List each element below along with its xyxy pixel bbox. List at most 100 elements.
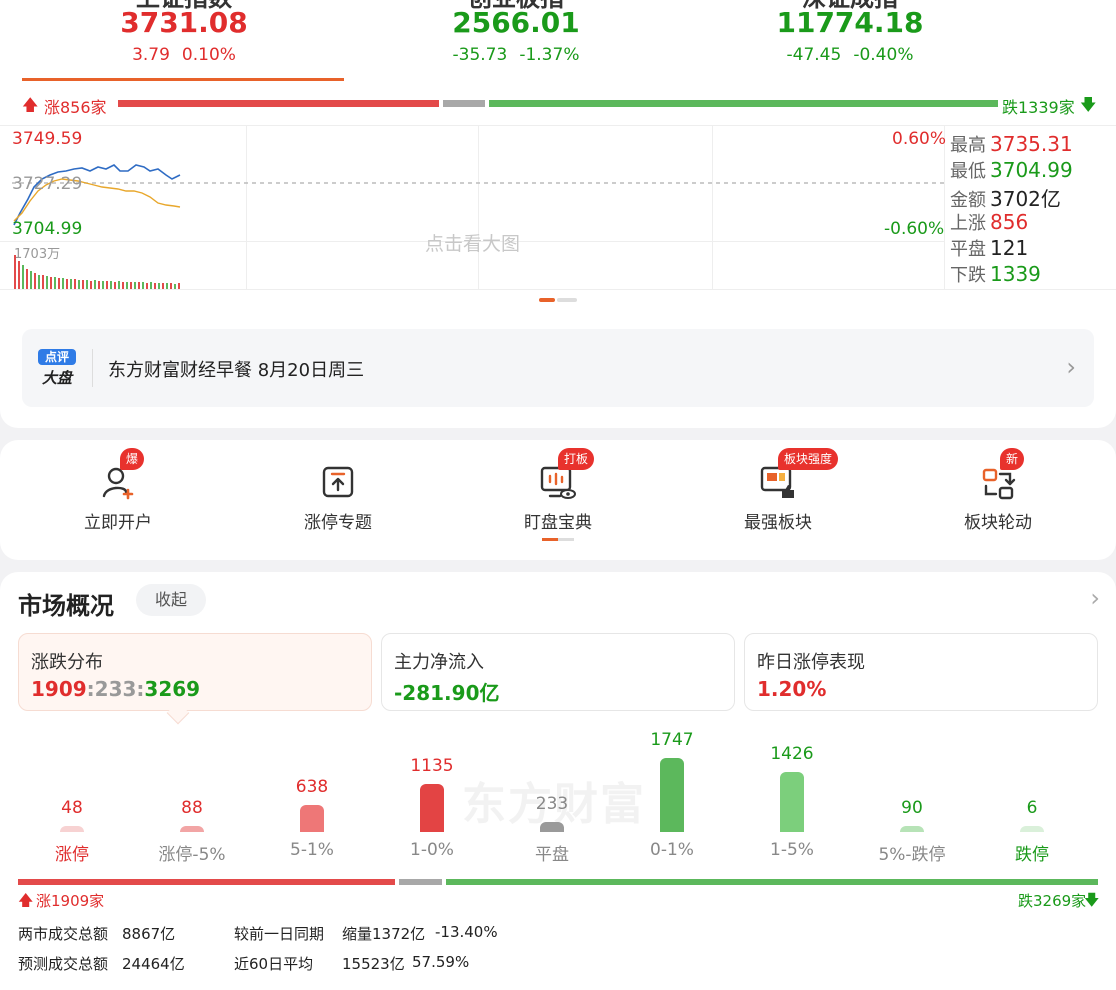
news-banner[interactable]: 点评 大盘 东方财富财经早餐 8月20日周三 ›: [22, 329, 1094, 407]
dist-bar: [300, 804, 324, 832]
up-count-label: 涨856家: [44, 98, 107, 117]
up-segment: [118, 100, 440, 107]
dist-count: 90: [901, 798, 923, 818]
down-arrow-icon: 🡇: [1080, 95, 1097, 114]
dist-label: 5-1%: [290, 840, 334, 860]
card-yesterday-limit-up[interactable]: 昨日涨停表现 1.20%: [744, 633, 1098, 711]
board-hit-badge: 打板: [558, 448, 595, 470]
summary-breadth-bar: 🡅 涨1909家 跌3269家 🡇: [0, 872, 1116, 910]
market-overview-panel: 市场概况 收起 › 涨跌分布 1909:233:3269 主力净流入 -281.…: [0, 572, 1116, 990]
intraday-chart[interactable]: 3749.59 3727.29 3704.99 0.60% -0.60% 170…: [0, 125, 1116, 295]
up-arrow-icon: 🡅: [22, 95, 39, 114]
dist-count: 6: [1026, 798, 1038, 818]
up-arrow-icon: 🡅: [18, 891, 34, 909]
avg-pct: 57.59%: [412, 953, 470, 971]
breadth-bar: 🡅 涨856家 跌1339家 🡇: [0, 92, 1116, 117]
dist-count: 48: [61, 798, 83, 818]
dist-label: 跌停: [1015, 845, 1049, 865]
sum-up-label: 涨1909家: [36, 892, 105, 910]
quick-page-indicator: [542, 538, 574, 541]
index-value: 11774.18: [776, 6, 924, 39]
stat-flat: 平盘 121: [950, 236, 1029, 260]
sum-down-label: 跌3269家: [1018, 892, 1087, 910]
quick-limit-up-topic[interactable]: 涨停专题: [258, 440, 418, 560]
hot-badge: 爆: [120, 448, 145, 470]
quick-watch-guide[interactable]: 盯盘宝典 打板: [478, 440, 638, 560]
dist-bar: [180, 826, 204, 832]
chart-low-pct: -0.60%: [884, 219, 945, 239]
quick-label: 涨停专题: [304, 513, 372, 533]
avg-label: 近60日平均: [234, 955, 314, 973]
chevron-right-icon[interactable]: ›: [1090, 584, 1100, 612]
quick-strongest-sector[interactable]: 最强板块 板块强度: [698, 440, 858, 560]
index-change: 3.79 0.10%: [132, 45, 236, 65]
dist-bar: [780, 771, 804, 832]
dist-label: 平盘: [535, 845, 569, 865]
dist-count: 638: [295, 776, 329, 797]
flat-segment: [443, 100, 486, 107]
compare-value: 缩量1372亿: [342, 925, 426, 943]
quick-label: 板块轮动: [964, 513, 1032, 533]
section-title: 市场概况: [18, 592, 114, 620]
divider: [92, 349, 93, 387]
dist-bar: [60, 826, 84, 832]
dist-bar: [900, 826, 924, 832]
stat-amount: 金额 3702亿: [950, 187, 1061, 211]
upload-box-icon: [322, 466, 354, 498]
forecast-label: 预测成交总额: [18, 955, 109, 973]
avg-value: 15523亿: [342, 955, 405, 973]
chart-mid-label: 3727.29: [12, 174, 83, 194]
chart-low-label: 3704.99: [12, 219, 83, 239]
quick-access-panel: 立即开户 爆 涨停专题 盯盘宝典 打板 最强板块 板块强度 板块轮动 新: [0, 440, 1116, 560]
dist-label: 0-1%: [650, 840, 694, 860]
dist-label: 1-0%: [410, 840, 454, 860]
dist-bar: [660, 758, 684, 832]
compare-pct: -13.40%: [435, 923, 498, 941]
news-title: 东方财富财经早餐 8月20日周三: [108, 360, 365, 381]
index-panel: 上证指数 3731.08 3.790.10% 创业板指 2566.01 -35.…: [0, 0, 1116, 428]
volume-bars-svg: [14, 255, 180, 289]
dist-bar: [540, 822, 564, 832]
dist-bar: [1020, 826, 1044, 832]
chart-high-pct: 0.60%: [892, 129, 947, 149]
dist-count: 1135: [410, 755, 454, 776]
quick-sector-rotation[interactable]: 板块轮动 新: [918, 440, 1078, 560]
sector-strength-badge: 板块强度: [778, 448, 839, 470]
quick-open-account[interactable]: 立即开户 爆: [38, 440, 198, 560]
card-title: 主力净流入: [394, 652, 484, 673]
total-label: 两市成交总额: [18, 925, 109, 943]
up-segment: [18, 879, 396, 885]
quick-label: 立即开户: [84, 513, 152, 533]
dist-label: 涨停: [55, 845, 89, 865]
total-value: 8867亿: [122, 925, 176, 943]
view-larger-hint: 点击看大图: [425, 233, 521, 255]
down-arrow-icon: 🡇: [1084, 891, 1100, 909]
dist-label: 涨停-5%: [158, 845, 226, 865]
dist-count: 1747: [650, 730, 694, 750]
card-up-down-distribution[interactable]: 涨跌分布 1909:233:3269: [18, 633, 372, 711]
active-index-underline: [22, 78, 344, 81]
dist-count: 88: [181, 798, 203, 818]
market-review-logo: 点评 大盘: [38, 349, 76, 387]
stat-down: 下跌 1339: [950, 262, 1041, 286]
card-value: 1909:233:3269: [31, 677, 201, 701]
down-count-label: 跌1339家: [1002, 98, 1075, 117]
new-badge: 新: [1000, 448, 1025, 470]
quick-label: 最强板块: [744, 513, 812, 533]
card-main-net-inflow[interactable]: 主力净流入 -281.90亿: [381, 633, 735, 711]
card-value: 1.20%: [757, 677, 827, 701]
card-value: -281.90亿: [394, 681, 500, 705]
index-value: 3731.08: [120, 6, 248, 39]
card-title: 涨跌分布: [31, 652, 103, 673]
chart-high-label: 3749.59: [12, 129, 83, 149]
dist-label: 5%-跌停: [878, 845, 946, 865]
card-title: 昨日涨停表现: [757, 652, 865, 673]
index-value: 2566.01: [452, 6, 580, 39]
compare-label: 较前一日同期: [234, 925, 325, 943]
dist-count: 1426: [770, 743, 814, 764]
collapse-button[interactable]: 收起: [136, 584, 206, 616]
chevron-right-icon: ›: [1066, 353, 1076, 381]
dist-bar: [420, 783, 444, 832]
stat-high: 最高 3735.31: [950, 132, 1073, 156]
down-segment: [445, 879, 1098, 885]
